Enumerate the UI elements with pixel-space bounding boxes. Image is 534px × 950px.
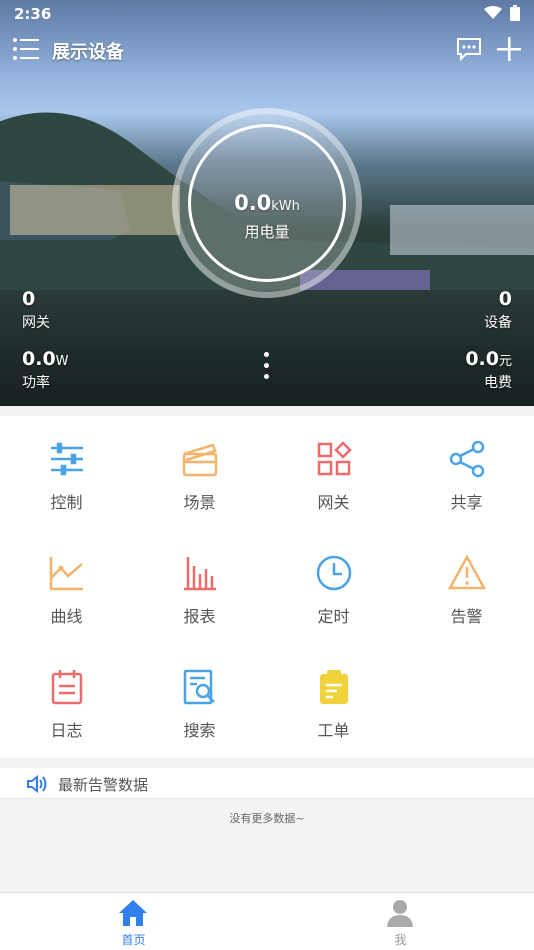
- alarm-title: 最新告警数据: [58, 776, 149, 794]
- menu-label: 共享: [450, 493, 483, 512]
- menu-item-scene[interactable]: 场景: [133, 416, 266, 530]
- power-unit: W: [55, 354, 69, 369]
- menu-item-alarm[interactable]: 告警: [400, 530, 533, 644]
- bottom-nav: 首页 我: [0, 892, 534, 950]
- menu-label: 搜索: [183, 721, 216, 740]
- menu-item-control[interactable]: 控制: [0, 416, 133, 530]
- menu-label: 控制: [50, 493, 83, 512]
- no-more-data-text: 没有更多数据~: [229, 812, 305, 825]
- bar-chart-icon: [184, 557, 216, 591]
- message-icon[interactable]: [456, 36, 482, 62]
- status-bar: 2:36: [0, 0, 534, 28]
- gateway-label: 网关: [22, 315, 50, 331]
- clapperboard-icon: [182, 443, 218, 477]
- menu-item-report[interactable]: 报表: [133, 530, 266, 644]
- search-doc-icon: [183, 669, 215, 705]
- wifi-icon: [484, 6, 502, 19]
- battery-icon: [510, 5, 520, 21]
- fee-label: 电费: [484, 375, 512, 391]
- list-menu-icon[interactable]: [12, 36, 40, 62]
- menu-label: 网关: [317, 493, 350, 512]
- fee-unit: 元: [498, 354, 512, 369]
- latest-alarm-bar[interactable]: 最新告警数据: [0, 768, 534, 799]
- energy-value: 0.0: [234, 191, 272, 215]
- power-stat: 0.0W 功率: [22, 348, 69, 392]
- user-icon: [387, 900, 413, 927]
- status-time: 2:36: [14, 5, 52, 23]
- menu-item-search[interactable]: 搜索: [133, 644, 266, 758]
- menu-item-gateway[interactable]: 网关: [267, 416, 400, 530]
- add-icon[interactable]: [496, 36, 522, 62]
- energy-gauge: 0.0kWh 用电量: [172, 108, 362, 298]
- device-stat: 0 设备: [484, 288, 512, 332]
- energy-unit: kWh: [271, 199, 300, 214]
- menu-item-work-order[interactable]: 工单: [267, 644, 400, 758]
- device-label: 设备: [484, 315, 512, 331]
- sliders-icon: [51, 442, 83, 476]
- menu-label: 报表: [183, 607, 216, 626]
- menu-item-curve[interactable]: 曲线: [0, 530, 133, 644]
- menu-label: 工单: [317, 721, 350, 740]
- clipboard-icon: [320, 670, 348, 704]
- tab-me[interactable]: 我: [267, 893, 534, 950]
- home-icon: [119, 900, 147, 926]
- tab-home[interactable]: 首页: [0, 893, 267, 950]
- line-chart-icon: [49, 557, 83, 591]
- fee-stat: 0.0元 电费: [465, 348, 512, 392]
- power-value: 0.0: [22, 348, 56, 370]
- menu-item-log[interactable]: 日志: [0, 644, 133, 758]
- more-options-icon[interactable]: [262, 352, 270, 386]
- gateway-count: 0: [22, 288, 36, 310]
- menu-label: 定时: [317, 607, 350, 626]
- menu-item-share[interactable]: 共享: [400, 416, 533, 530]
- menu-label: 曲线: [50, 607, 83, 626]
- title-bar: 展示设备: [0, 30, 534, 70]
- device-count: 0: [498, 288, 512, 310]
- menu-item-timer[interactable]: 定时: [267, 530, 400, 644]
- power-label: 功率: [22, 375, 50, 391]
- menu-label: 场景: [183, 493, 216, 512]
- gateway-stat: 0 网关: [22, 288, 50, 332]
- menu-label: 告警: [450, 607, 483, 626]
- clock-icon: [316, 555, 352, 591]
- share-icon: [449, 440, 485, 478]
- fee-value: 0.0: [465, 348, 499, 370]
- menu-label: 日志: [50, 721, 83, 740]
- apps-icon: [317, 441, 352, 476]
- energy-label: 用电量: [244, 223, 290, 241]
- page-title[interactable]: 展示设备: [52, 38, 124, 64]
- function-grid: 控制 场景 网关 共享 曲线 报表 定时 告警 日志 搜索 工单: [0, 416, 534, 758]
- tab-me-label: 我: [394, 933, 407, 947]
- calendar-icon: [51, 670, 83, 705]
- speaker-icon: [27, 774, 47, 794]
- warning-icon: [448, 554, 486, 590]
- tab-home-label: 首页: [121, 933, 146, 947]
